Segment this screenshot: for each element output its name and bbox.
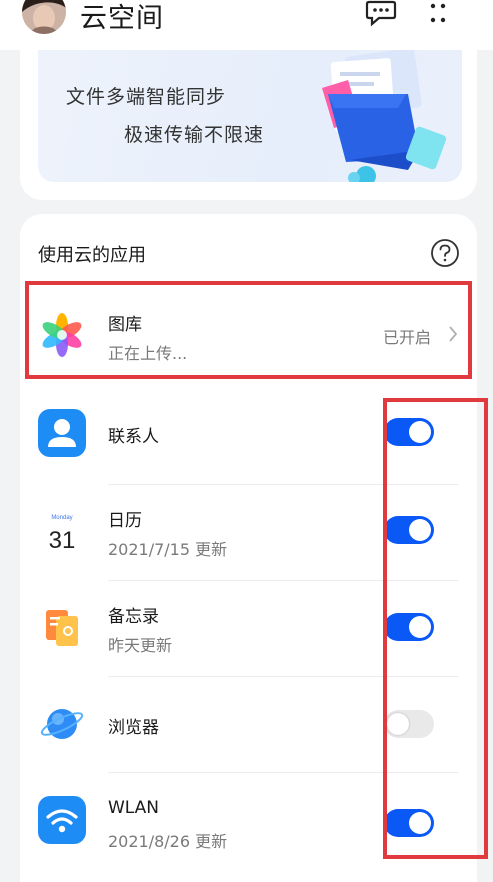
highlight-box-toggles xyxy=(383,398,488,859)
last-updated: 昨天更新 xyxy=(108,636,173,655)
app-name: WLAN xyxy=(108,798,160,818)
sync-banner[interactable]: 文件多端智能同步 极速传输不限速 xyxy=(38,50,462,182)
avatar[interactable] xyxy=(22,0,66,34)
app-name: 浏览器 xyxy=(108,718,159,738)
help-icon[interactable] xyxy=(430,238,460,268)
app-header: 云空间 xyxy=(0,0,493,50)
folder-illustration-icon xyxy=(322,50,447,182)
app-name: 日历 xyxy=(108,511,142,531)
svg-text:Monday: Monday xyxy=(51,515,72,521)
app-name: 备忘录 xyxy=(108,607,159,627)
last-updated: 2021/7/15 更新 xyxy=(108,540,228,559)
app-name: 联系人 xyxy=(108,427,159,447)
calendar-icon: Monday 31 xyxy=(38,508,86,556)
highlight-box-gallery xyxy=(25,281,472,379)
message-icon[interactable] xyxy=(365,0,397,28)
contacts-icon xyxy=(38,409,86,457)
more-icon[interactable] xyxy=(430,0,446,28)
page-title: 云空间 xyxy=(80,3,164,34)
banner-line2: 极速传输不限速 xyxy=(124,124,265,146)
wlan-icon xyxy=(38,796,86,844)
last-updated: 2021/8/26 更新 xyxy=(108,832,228,851)
svg-text:31: 31 xyxy=(49,527,76,554)
section-title: 使用云的应用 xyxy=(38,245,146,266)
notepad-icon xyxy=(46,610,78,646)
banner-line1: 文件多端智能同步 xyxy=(66,86,227,108)
browser-icon xyxy=(40,709,84,739)
